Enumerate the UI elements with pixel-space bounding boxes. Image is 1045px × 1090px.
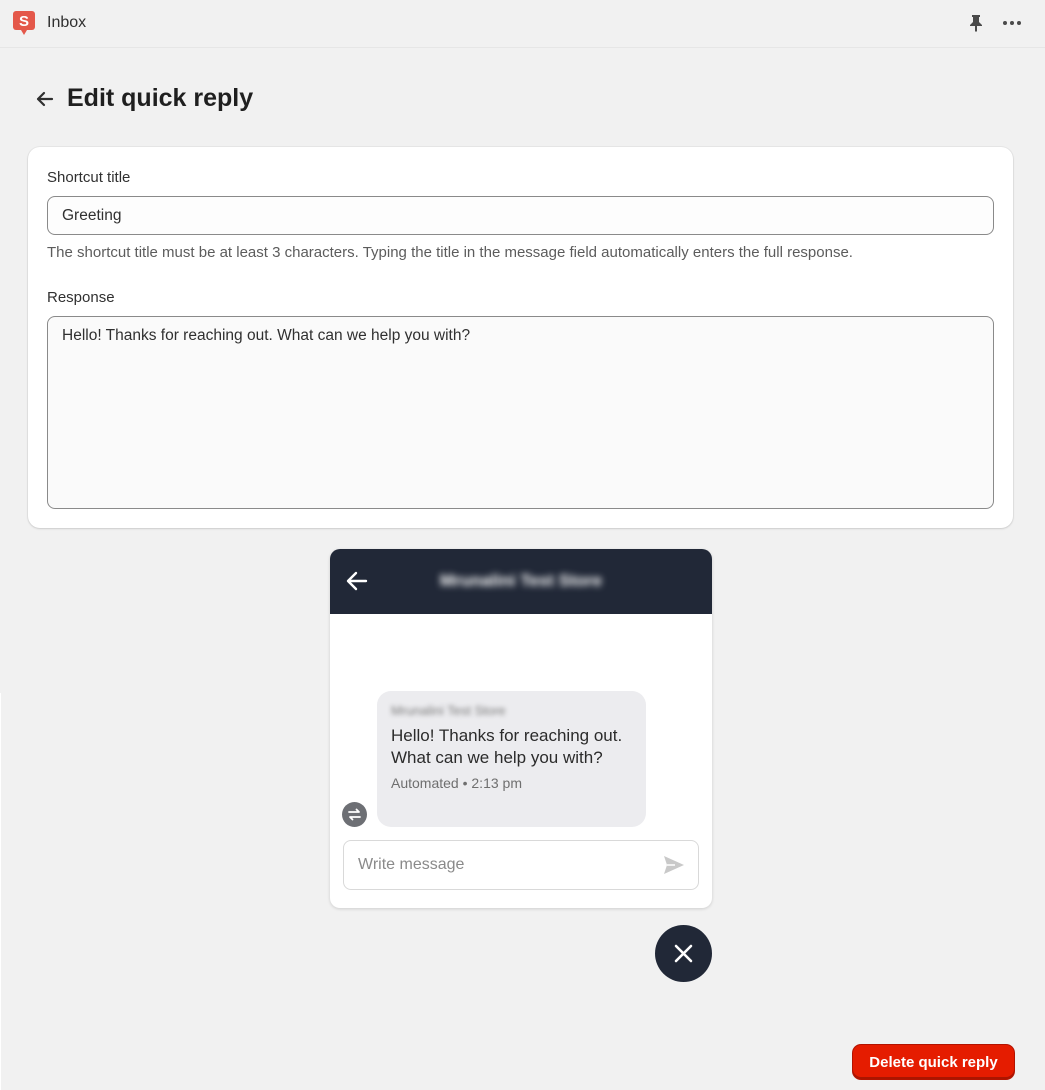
response-label: Response [47,289,115,306]
page-title: Edit quick reply [67,84,254,112]
pin-icon[interactable] [966,13,986,33]
more-horizontal-icon[interactable] [1001,13,1023,33]
message-compose [343,840,699,890]
shopify-inbox-logo-icon: S [13,11,35,35]
back-arrow-icon[interactable] [34,88,56,110]
message-text: Hello! Thanks for reaching out. What can… [391,726,623,767]
shortcut-title-input[interactable] [47,196,994,235]
message-bubble: Mrunalini Test Store Hello! Thanks for r… [377,691,646,827]
svg-text:S: S [19,13,29,30]
message-meta: Automated • 2:13 pm [391,775,522,791]
chat-preview: Mrunalini Test Store Mrunalini Test Stor… [330,549,712,908]
response-textarea[interactable]: Hello! Thanks for reaching out. What can… [47,316,994,509]
shortcut-title-help-text: The shortcut title must be at least 3 ch… [47,244,853,261]
delete-quick-reply-button[interactable]: Delete quick reply [853,1045,1014,1079]
app-title: Inbox [47,14,87,31]
quick-reply-form-card: Shortcut title The shortcut title must b… [28,147,1013,528]
top-bar: S Inbox [0,0,1045,48]
chat-preview-header: Mrunalini Test Store [330,549,712,614]
shortcut-title-label: Shortcut title [47,169,131,186]
close-preview-button[interactable] [655,925,712,982]
chat-store-name: Mrunalini Test Store [439,571,603,590]
close-icon [674,944,693,963]
page-edge-divider [0,693,1,1090]
automation-swap-icon [342,802,367,827]
write-message-input[interactable] [344,841,672,889]
send-icon[interactable] [662,853,686,877]
message-sender: Mrunalini Test Store [391,703,506,718]
